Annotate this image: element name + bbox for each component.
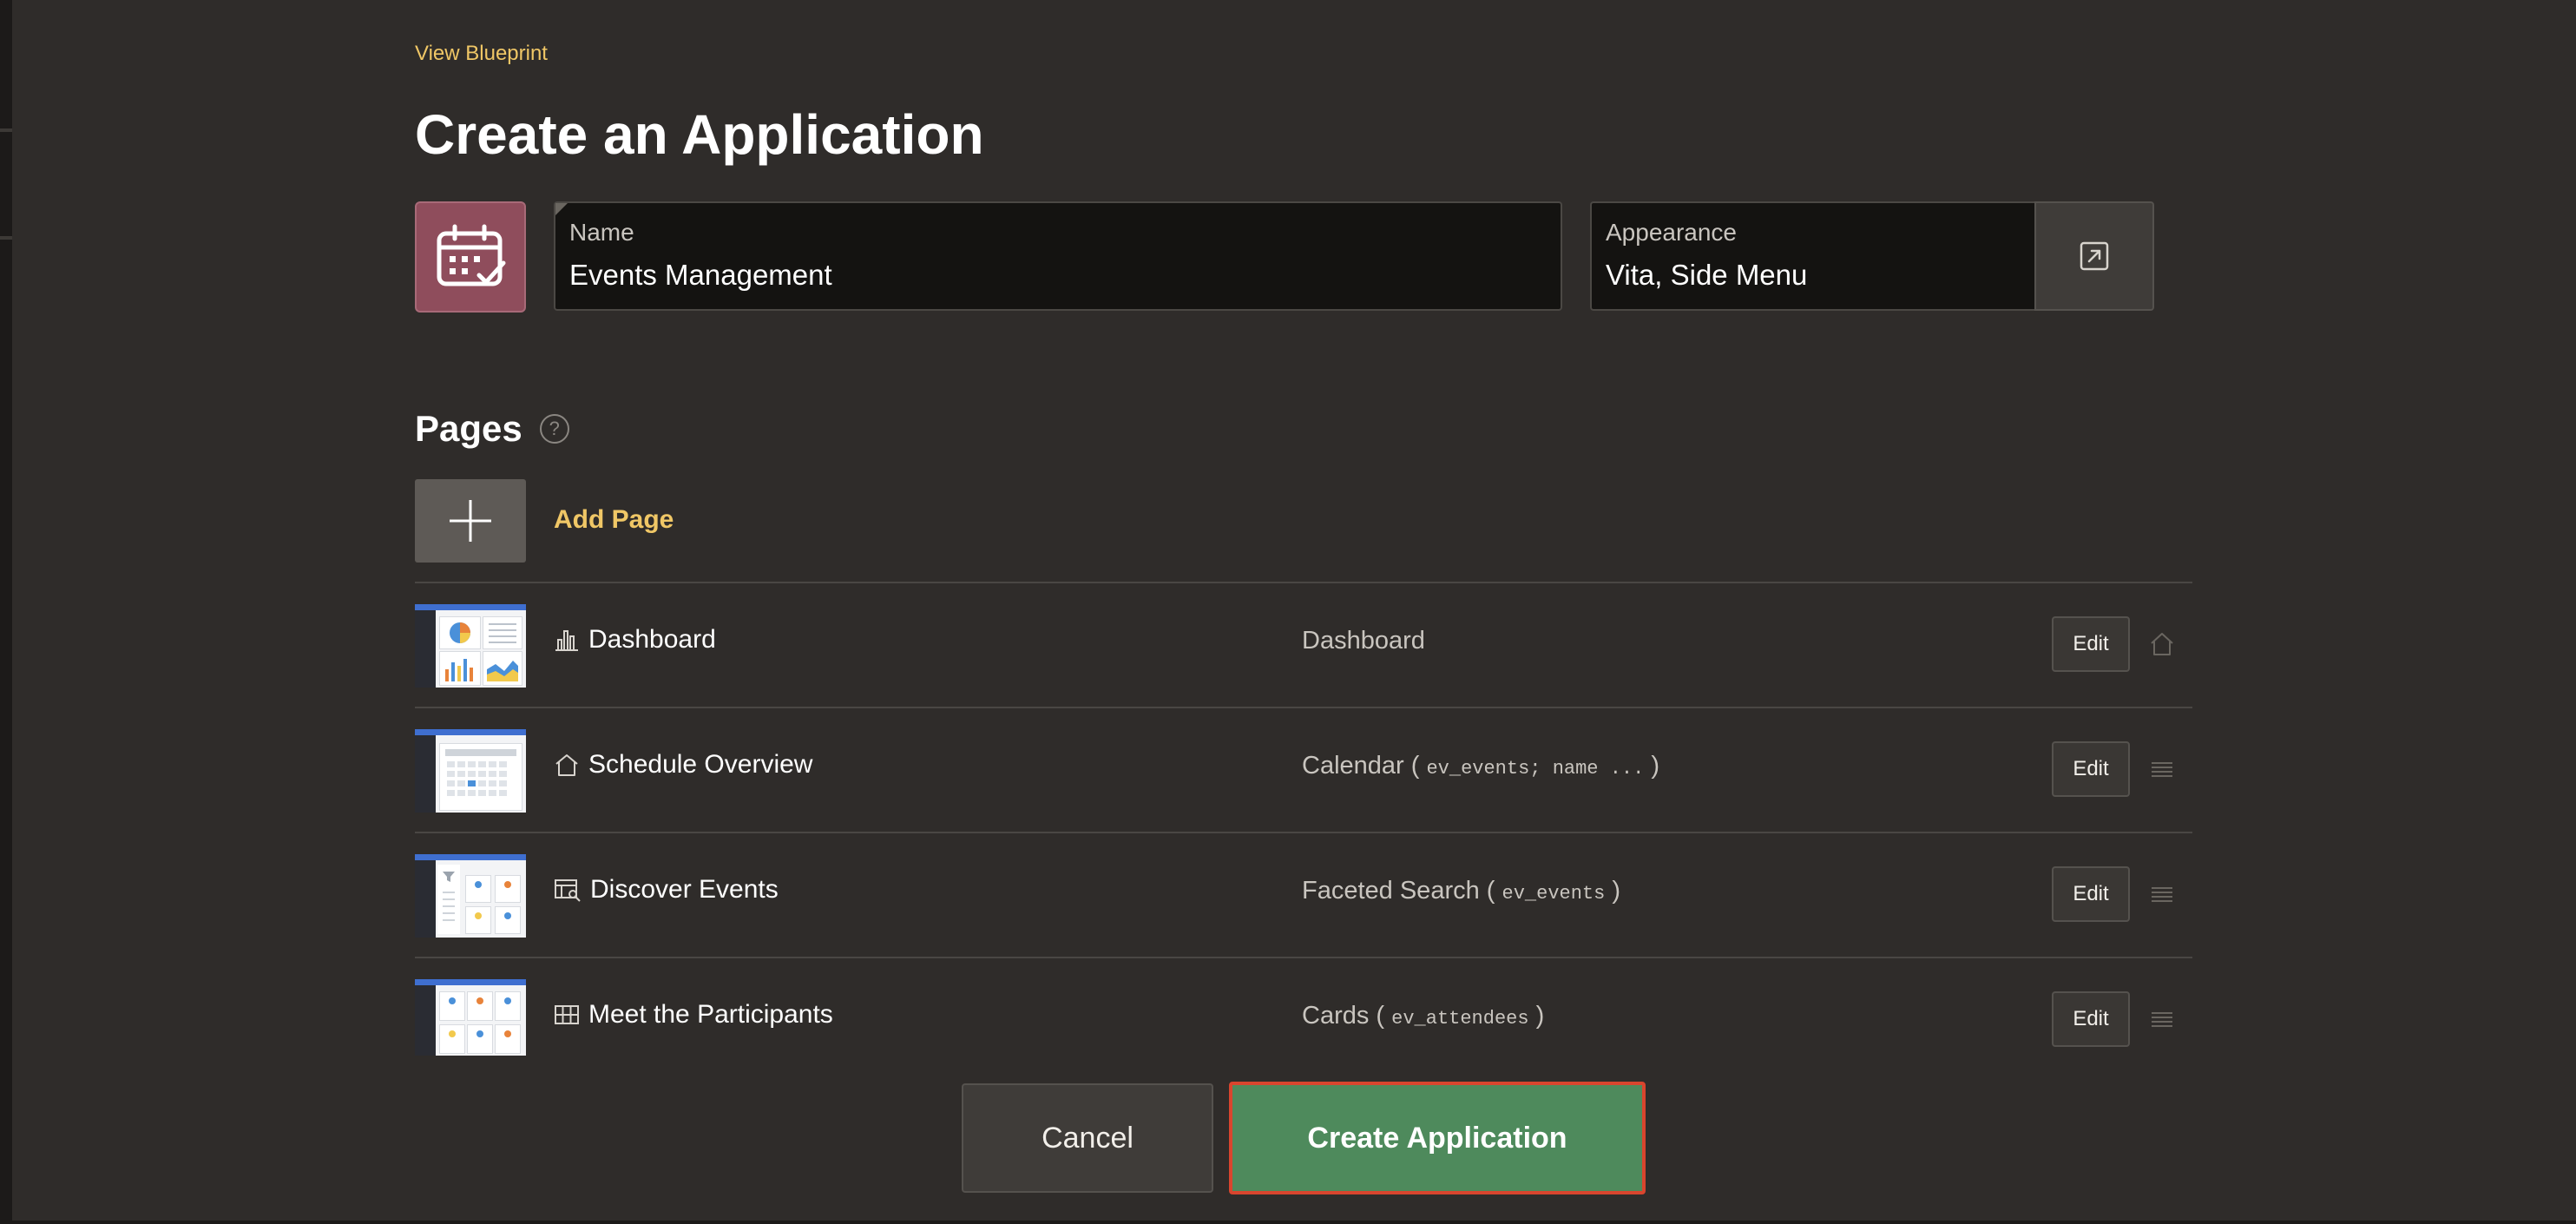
help-icon[interactable]: ? bbox=[539, 414, 569, 444]
view-blueprint-link[interactable]: View Blueprint bbox=[415, 42, 548, 66]
page-type-label: Calendar ( bbox=[1302, 752, 1420, 780]
edit-button[interactable]: Edit bbox=[2052, 741, 2130, 797]
cancel-button[interactable]: Cancel bbox=[962, 1083, 1213, 1193]
home-icon bbox=[2151, 633, 2173, 655]
pages-list: Dashboard Dashboard Edit Schedule Overvi… bbox=[415, 582, 2192, 1056]
drag-handle-icon bbox=[2152, 1012, 2172, 1027]
name-input[interactable] bbox=[569, 259, 1475, 292]
faceted-search-icon bbox=[555, 879, 581, 902]
page-title: Create an Application bbox=[415, 103, 984, 166]
page-thumbnail bbox=[415, 854, 526, 938]
add-page-button[interactable] bbox=[415, 479, 526, 563]
drag-handle-icon bbox=[2152, 887, 2172, 902]
page-type-label: Dashboard bbox=[1302, 627, 1425, 655]
page-type: Faceted Search ( ev_events ) bbox=[1302, 877, 1620, 905]
page-thumbnail bbox=[415, 604, 526, 688]
add-page-link[interactable]: Add Page bbox=[554, 505, 674, 535]
create-application-dialog: View Blueprint Create an Application Nam… bbox=[415, 0, 2194, 1224]
appearance-field: Appearance Vita, Side Menu bbox=[1590, 201, 2036, 311]
drag-handle[interactable] bbox=[2149, 1006, 2175, 1032]
page-type: Cards ( ev_attendees ) bbox=[1302, 1002, 1544, 1030]
home-page-marker bbox=[2149, 631, 2175, 657]
name-label: Name bbox=[569, 219, 634, 246]
cards-grid-icon bbox=[555, 1005, 579, 1024]
plus-icon bbox=[450, 500, 491, 542]
create-application-button[interactable]: Create Application bbox=[1229, 1082, 1646, 1194]
appearance-label: Appearance bbox=[1606, 219, 1738, 246]
page-name: Discover Events bbox=[554, 875, 779, 905]
page-source: ev_attendees bbox=[1391, 1008, 1529, 1030]
page-source: ev_events; name ... bbox=[1426, 758, 1645, 780]
name-field[interactable]: Name bbox=[554, 201, 1562, 311]
edge-mark bbox=[0, 236, 12, 240]
appearance-settings-button[interactable] bbox=[2034, 201, 2154, 311]
edit-button[interactable]: Edit bbox=[2052, 866, 2130, 922]
bottom-edge bbox=[0, 1221, 2576, 1224]
page-name-label: Schedule Overview bbox=[588, 750, 813, 779]
edge-mark bbox=[0, 128, 12, 132]
bar-chart-icon bbox=[555, 630, 578, 651]
page-type-close: ) bbox=[1535, 1002, 1545, 1030]
list-item[interactable]: Dashboard Dashboard Edit bbox=[415, 582, 2192, 707]
calendar-check-icon bbox=[437, 224, 506, 286]
edit-button[interactable]: Edit bbox=[2052, 991, 2130, 1047]
page-name-label: Meet the Participants bbox=[588, 1000, 833, 1029]
list-item[interactable]: Meet the Participants Cards ( ev_attende… bbox=[415, 957, 2192, 1056]
page-source: ev_events bbox=[1502, 883, 1606, 905]
edit-button[interactable]: Edit bbox=[2052, 616, 2130, 672]
drag-handle[interactable] bbox=[2149, 756, 2175, 782]
page-type-close: ) bbox=[1651, 752, 1660, 780]
pages-heading: Pages ? bbox=[415, 408, 569, 450]
required-indicator bbox=[555, 203, 568, 215]
list-item[interactable]: Discover Events Faceted Search ( ev_even… bbox=[415, 832, 2192, 957]
page-name-label: Dashboard bbox=[588, 625, 716, 654]
page-type-label: Faceted Search ( bbox=[1302, 877, 1495, 905]
app-icon-picker[interactable] bbox=[415, 201, 526, 313]
open-dialog-icon bbox=[2080, 241, 2109, 271]
page-thumbnail bbox=[415, 979, 526, 1056]
list-item[interactable]: Schedule Overview Calendar ( ev_events; … bbox=[415, 707, 2192, 832]
pages-title: Pages bbox=[415, 408, 522, 449]
left-edge bbox=[0, 0, 12, 1224]
drag-handle-icon bbox=[2152, 762, 2172, 777]
page-name: Schedule Overview bbox=[554, 750, 812, 780]
page-name: Dashboard bbox=[554, 625, 716, 655]
page-name-label: Discover Events bbox=[590, 875, 779, 904]
page-type-close: ) bbox=[1612, 877, 1621, 905]
drag-handle[interactable] bbox=[2149, 881, 2175, 907]
page-thumbnail bbox=[415, 729, 526, 813]
home-icon bbox=[555, 754, 578, 776]
appearance-value: Vita, Side Menu bbox=[1606, 259, 1808, 291]
page-type-label: Cards ( bbox=[1302, 1002, 1385, 1030]
page-type: Dashboard bbox=[1302, 627, 1425, 655]
page-type: Calendar ( ev_events; name ... ) bbox=[1302, 752, 1659, 780]
page-name: Meet the Participants bbox=[554, 1000, 833, 1030]
